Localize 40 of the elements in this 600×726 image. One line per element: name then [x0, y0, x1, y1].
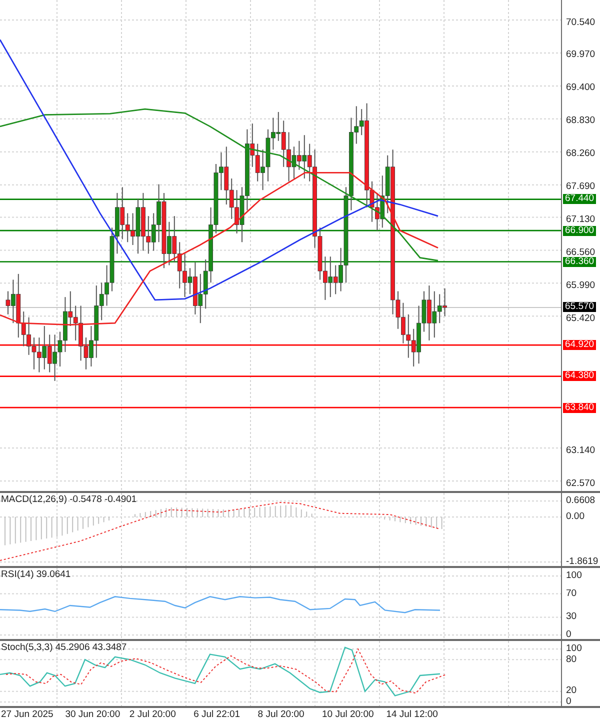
time-label: 30 Jun 20:00 — [65, 709, 120, 720]
time-label: 8 Jul 20:00 — [258, 709, 304, 720]
time-label: 14 Jul 12:00 — [386, 709, 438, 720]
indicator-title: MACD(12,26,9) -0.5478 -0.4901 — [1, 494, 137, 505]
price-tick: 62.570 — [566, 478, 596, 488]
indicator-tick: 0.6608 — [566, 495, 596, 506]
indicator-tick: -1.8619 — [566, 556, 598, 567]
price-tick: 70.540 — [566, 16, 596, 28]
price-label: 63.840 — [563, 402, 596, 413]
price-tick: 68.260 — [566, 148, 596, 160]
price-label: 64.380 — [563, 371, 596, 382]
time-label: 27 Jun 2025 — [1, 709, 54, 720]
indicator-tick: 0 — [566, 696, 572, 707]
indicator-tick: 0 — [566, 629, 572, 640]
time-label: 6 Jul 22:01 — [194, 709, 240, 720]
price-tick: 63.140 — [566, 444, 596, 456]
price-tick: 68.830 — [566, 115, 596, 126]
price-tick: 67.690 — [566, 181, 596, 192]
price-label: 67.440 — [563, 194, 596, 204]
price-tick: 66.560 — [566, 246, 596, 258]
price-label: 66.360 — [563, 256, 596, 267]
indicator-tick: 100 — [566, 643, 582, 654]
price-tick: 69.970 — [566, 49, 596, 60]
indicator-tick: 100 — [566, 570, 582, 581]
indicator-title: Stoch(5,3,3) 45.2906 43.3487 — [1, 642, 127, 653]
time-label: 10 Jul 20:00 — [322, 709, 374, 720]
indicator-tick: 70 — [566, 588, 577, 599]
price-label: 64.920 — [563, 340, 596, 350]
price-label: 65.570 — [563, 302, 596, 312]
price-tick: 65.990 — [566, 280, 596, 291]
price-tick: 65.420 — [566, 312, 596, 324]
price-tick: 69.400 — [566, 82, 596, 94]
time-label: 2 Jul 20:00 — [129, 709, 176, 720]
indicator-title: RSI(14) 39.0641 — [1, 569, 71, 580]
indicator-tick: 0.00 — [566, 510, 584, 522]
price-tick: 67.130 — [566, 214, 596, 225]
indicator-tick: 30 — [566, 611, 577, 622]
price-label: 66.900 — [563, 226, 596, 236]
indicator-tick: 80 — [566, 654, 577, 665]
indicator-tick: 20 — [566, 685, 577, 696]
